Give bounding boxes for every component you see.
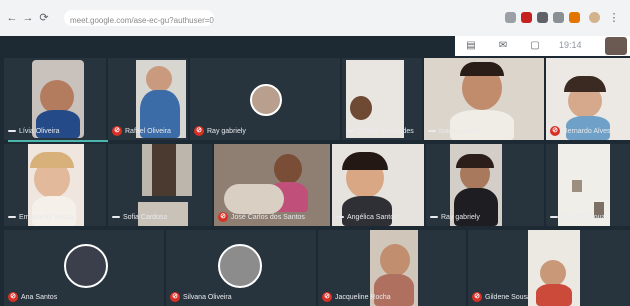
participant-name: Angélica Santos <box>347 213 398 221</box>
extension-icon[interactable] <box>537 12 548 23</box>
people-icon[interactable]: ▤ <box>465 40 477 52</box>
participant-avatar <box>218 244 262 288</box>
participant-tile[interactable]: ⊘ Jacqueline Rocha <box>318 230 466 306</box>
participant-name: Jacqueline Rocha <box>335 293 391 301</box>
self-view-thumbnail[interactable] <box>605 37 627 55</box>
participant-tile[interactable]: Amanda Souza <box>546 144 630 226</box>
participant-name: Lívia Oliveira <box>19 127 60 135</box>
participant-tile[interactable]: ⊘ Rafael Oliveira <box>108 58 188 140</box>
chat-icon[interactable]: ✉ <box>497 40 509 52</box>
participant-tile[interactable]: ⊘ Ana Santos <box>4 230 164 306</box>
browser-menu-icon[interactable]: ⋮ <box>608 12 620 24</box>
browser-toolbar: ← → ⟳ meet.google.com/ase-ec-gu?authuser… <box>0 0 630 37</box>
participant-tile[interactable]: Ray gabriely <box>426 144 544 226</box>
participant-name: Sofia Cardoso <box>123 213 168 221</box>
participant-tile[interactable]: Emanuelly Souza <box>4 144 106 226</box>
participant-name: Gildene Sousa <box>485 293 531 301</box>
participant-tile[interactable]: Cecília Fernandes <box>342 58 422 140</box>
meeting-clock: 19:14 <box>559 40 582 50</box>
participant-avatar <box>250 84 282 116</box>
participant-name: Emanuelly Souza <box>19 213 74 221</box>
mic-off-icon: ⊘ <box>112 126 122 136</box>
participant-tile[interactable]: Lívia Oliveira <box>4 58 106 140</box>
participant-name: Ray gabriely <box>207 127 246 135</box>
participant-tile[interactable]: ⊘ José Carlos dos Santos <box>214 144 330 226</box>
participant-tile[interactable]: Isadora Alves <box>424 58 544 140</box>
activities-icon[interactable]: ▢ <box>529 40 541 52</box>
bookmark-icon[interactable] <box>505 12 516 23</box>
participant-name: Ana Santos <box>21 293 58 301</box>
address-bar[interactable]: meet.google.com/ase-ec-gu?authuser=0 <box>64 10 214 26</box>
forward-icon[interactable]: → <box>22 12 34 24</box>
back-icon[interactable]: ← <box>6 12 18 24</box>
participant-name: Amanda Souza <box>561 213 609 221</box>
participant-name: Ray gabriely <box>441 213 480 221</box>
participant-name: Cecília Fernandes <box>357 127 414 135</box>
participant-name: Bernardo Alves <box>563 127 611 135</box>
record-extension-icon[interactable] <box>521 12 532 23</box>
participant-name: Rafael Oliveira <box>125 127 171 135</box>
participant-tile[interactable]: ⊘ Gildene Sousa <box>468 230 630 306</box>
participant-tile[interactable]: ⊘ Ray gabriely <box>190 58 340 140</box>
reload-icon[interactable]: ⟳ <box>38 12 50 24</box>
mic-off-icon: ⊘ <box>218 212 228 222</box>
participant-tile[interactable]: Angélica Santos <box>332 144 424 226</box>
mic-off-icon: ⊘ <box>550 126 560 136</box>
mic-off-icon: ⊘ <box>322 292 332 302</box>
participant-avatar <box>64 244 108 288</box>
mic-off-icon: ⊘ <box>8 292 18 302</box>
extension-icon[interactable] <box>569 12 580 23</box>
participant-name: Isadora Alves <box>439 127 482 135</box>
participant-tile[interactable]: ⊘ Bernardo Alves <box>546 58 630 140</box>
participant-tile[interactable]: ⊘ Silvana Oliveira <box>166 230 316 306</box>
profile-avatar[interactable] <box>589 12 600 23</box>
participant-name: José Carlos dos Santos <box>231 213 305 221</box>
mic-off-icon: ⊘ <box>170 292 180 302</box>
address-bar-url: meet.google.com/ase-ec-gu?authuser=0 <box>70 16 214 25</box>
meet-top-bar: ▤ ✉ ▢ 19:14 <box>455 36 630 56</box>
participant-name: Silvana Oliveira <box>183 293 232 301</box>
extension-icon[interactable] <box>553 12 564 23</box>
participant-tile[interactable]: Sofia Cardoso <box>108 144 212 226</box>
active-speaker-indicator <box>8 140 108 142</box>
mic-off-icon: ⊘ <box>194 126 204 136</box>
mic-off-icon: ⊘ <box>472 292 482 302</box>
